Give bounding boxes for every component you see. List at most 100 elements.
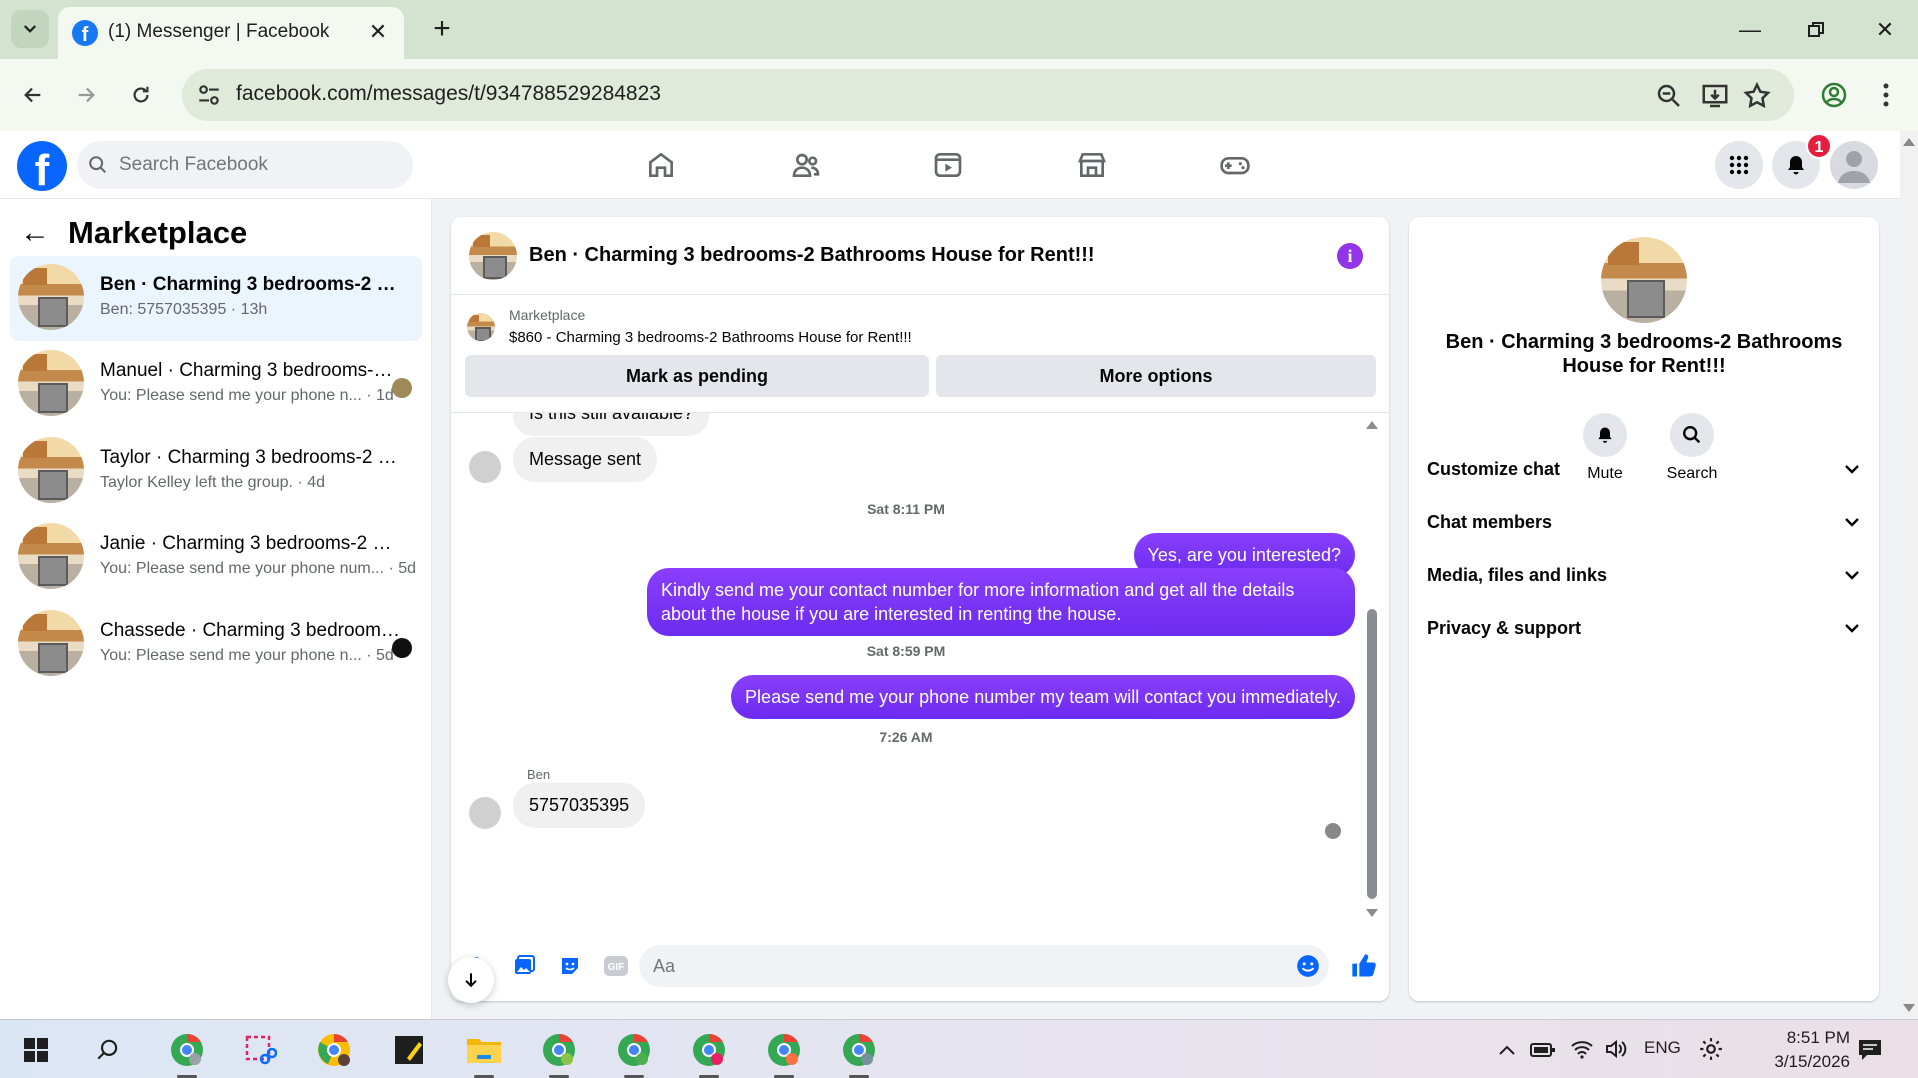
sticky-notes-icon [395,1036,423,1064]
read-receipt-avatar [392,638,412,658]
facebook-logo-icon[interactable]: f [17,141,67,191]
attach-photo-button[interactable] [509,951,539,981]
back-button[interactable] [13,75,53,115]
chrome-menu-icon[interactable] [1866,75,1906,115]
conversation-item[interactable]: Manuel · Charming 3 bedrooms-2 Bathrooms… [10,342,422,427]
marketplace-nav-button[interactable] [1072,145,1112,185]
restore-button[interactable] [1796,12,1836,48]
chat-title[interactable]: Ben · Charming 3 bedrooms-2 Bathrooms Ho… [529,244,1095,267]
sticky-notes-taskbar-icon[interactable] [387,1028,431,1072]
chrome-profile-taskbar-icon[interactable] [612,1028,656,1078]
back-arrow-icon[interactable]: ← [20,216,60,250]
chrome-profile-taskbar-icon[interactable] [762,1028,806,1078]
notification-center-icon[interactable] [1857,1038,1883,1062]
photo-icon [515,955,535,974]
privacy-support-row[interactable]: Privacy & support [1427,608,1861,648]
emoji-icon[interactable] [1295,953,1321,979]
install-app-icon[interactable] [1700,81,1730,111]
close-window-button[interactable]: ✕ [1865,12,1905,48]
conversation-item[interactable]: Taylor · Charming 3 bedrooms-2 Bathrooms… [10,429,422,514]
facebook-search[interactable] [77,141,413,189]
home-nav-button[interactable] [641,145,681,185]
new-tab-button[interactable]: + [424,12,460,48]
row-label: Customize chat [1427,459,1561,479]
volume-icon[interactable] [1604,1038,1628,1060]
listing-thumbnail [18,350,84,416]
conversation-item[interactable]: Chassede · Charming 3 bedrooms-2 Bathroo… [10,602,422,687]
info-icon[interactable]: i [1337,243,1363,269]
message-input-box[interactable] [639,945,1329,987]
snipping-tool-taskbar-icon[interactable] [238,1028,282,1072]
chrome-profile-taskbar-icon[interactable] [537,1028,581,1078]
mark-as-pending-button[interactable]: Mark as pending [465,355,929,397]
chrome-icon [543,1034,575,1066]
page-scrollbar[interactable] [1900,131,1918,1019]
like-send-button[interactable] [1349,951,1379,981]
close-tab-icon[interactable]: ✕ [364,18,392,46]
chrome-profile-taskbar-icon[interactable] [687,1028,731,1078]
chrome-icon [693,1034,725,1066]
wifi-icon[interactable] [1570,1038,1594,1060]
system-clock[interactable]: 8:51 PM 3/15/2026 [1730,1026,1850,1074]
chrome-profile-taskbar-icon[interactable] [837,1028,881,1078]
browser-tab-bar: f (1) Messenger | Facebook ✕ + — ✕ [0,0,1918,59]
zoom-icon[interactable] [1654,81,1684,111]
conversation-preview: You: Please send me your phone n... · 5d [100,647,394,664]
profile-icon[interactable] [1814,75,1854,115]
chat-members-row[interactable]: Chat members [1427,502,1861,542]
sender-avatar [469,797,501,829]
scroll-to-bottom-button[interactable] [448,957,494,1003]
video-nav-button[interactable] [928,145,968,185]
chevron-down-icon [1845,465,1859,474]
friends-nav-button[interactable] [786,145,826,185]
message-input[interactable] [653,945,1273,987]
settings-gear-icon[interactable] [1698,1036,1724,1062]
friends-icon [792,153,820,177]
sticker-button[interactable] [555,951,585,981]
scroll-up-icon[interactable] [1900,135,1918,149]
start-button[interactable] [14,1028,58,1072]
scroll-down-icon[interactable] [1365,907,1379,919]
scrollbar-thumb[interactable] [1367,609,1377,899]
chat-avatar[interactable] [469,232,517,280]
reload-button[interactable] [121,75,161,115]
listing-thumbnail [18,437,84,503]
search-input[interactable] [119,141,399,189]
gaming-nav-button[interactable] [1215,145,1255,185]
show-hidden-icons-icon[interactable] [1497,1040,1517,1060]
listing-price-title[interactable]: $860 - Charming 3 bedrooms-2 Bathrooms H… [509,329,912,346]
forward-button[interactable] [66,75,106,115]
gif-button[interactable]: GIF [601,951,631,981]
search-icon [89,156,107,174]
bookmark-star-icon[interactable] [1742,81,1772,111]
chrome-profile-taskbar-icon[interactable] [165,1028,209,1078]
scroll-down-icon[interactable] [1900,1001,1918,1015]
browser-tab[interactable]: f (1) Messenger | Facebook ✕ [58,7,404,59]
battery-icon[interactable] [1530,1040,1556,1060]
chrome-icon [171,1034,203,1066]
message-scrollbar[interactable] [1365,419,1379,919]
conversation-item[interactable]: Janie · Charming 3 bedrooms-2 Bathrooms … [10,515,422,600]
conversation-name: Janie · Charming 3 bedrooms-2 Bathrooms … [100,533,400,554]
more-options-button[interactable]: More options [936,355,1376,397]
account-button[interactable] [1830,141,1878,189]
conversation-item[interactable]: Ben · Charming 3 bedrooms-2 Bathrooms Ho… [10,256,422,341]
language-indicator[interactable]: ENG [1644,1038,1681,1058]
scroll-up-icon[interactable] [1365,419,1379,431]
notification-badge: 1 [1806,133,1832,159]
chrome-taskbar-icon[interactable] [312,1028,356,1072]
chrome-icon [768,1034,800,1066]
address-bar[interactable]: facebook.com/messages/t/934788529284823 [182,69,1794,121]
menu-button[interactable] [1715,141,1763,189]
panel-title: Marketplace [68,215,248,250]
minimize-button[interactable]: — [1730,12,1770,48]
media-files-links-row[interactable]: Media, files and links [1427,555,1861,595]
customize-chat-row[interactable]: Customize chat [1427,449,1861,489]
thumbs-up-icon [1352,954,1376,977]
message-composer: GIF [451,933,1389,1001]
file-explorer-taskbar-icon[interactable] [462,1028,506,1078]
tab-search-button[interactable] [11,10,49,48]
chevron-down-icon [23,25,37,33]
site-settings-icon[interactable] [196,82,222,108]
taskbar-search-button[interactable] [86,1028,130,1072]
